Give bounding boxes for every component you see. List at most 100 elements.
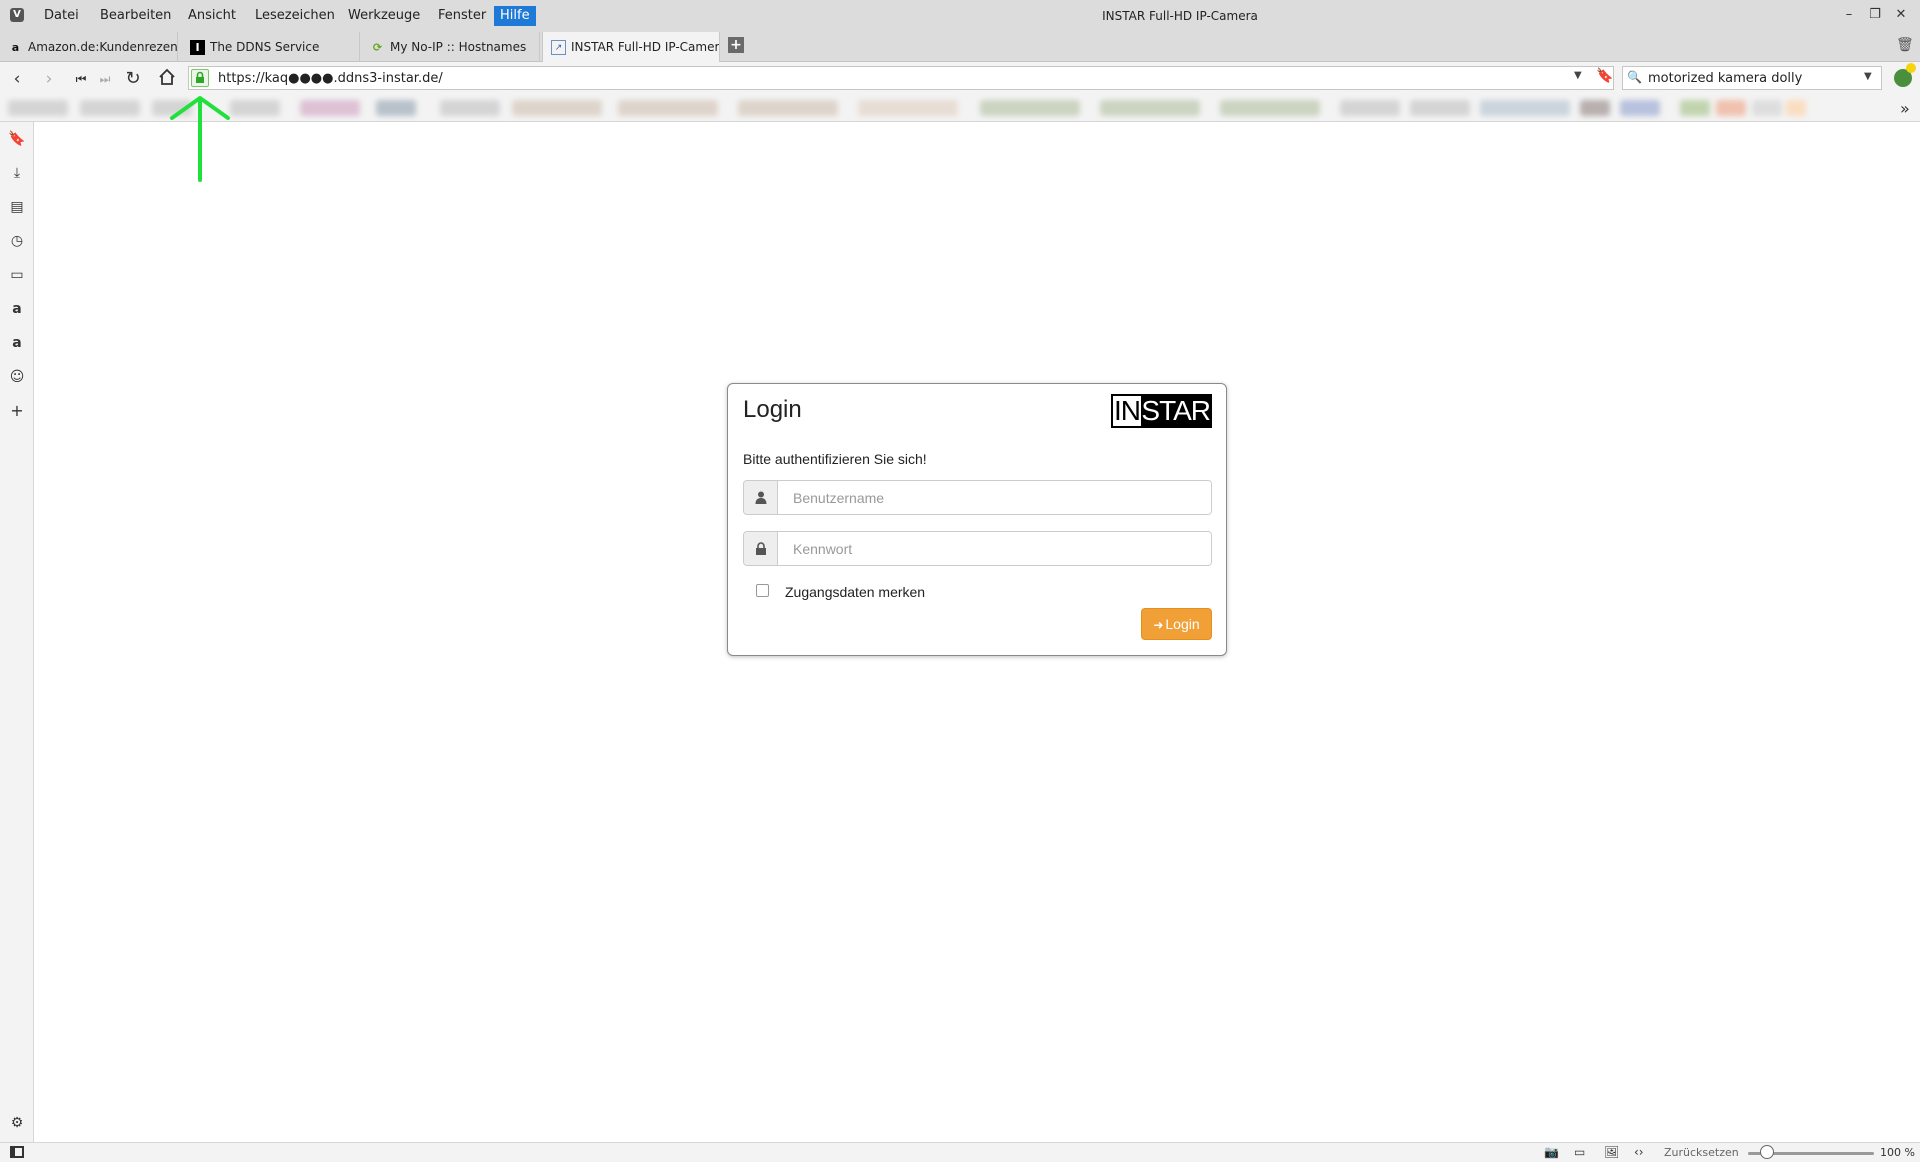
chevron-double-right-icon[interactable]: » [1900, 99, 1910, 118]
bookmark-item[interactable] [1410, 100, 1470, 116]
bookmarks-bar [0, 95, 1920, 122]
bookmark-page-icon[interactable]: 🔖 [1596, 68, 1613, 84]
amazon-web-panel-icon[interactable]: a [8, 334, 26, 352]
password-input[interactable] [779, 532, 1211, 565]
instar-logo: IN STAR [1111, 394, 1212, 428]
annotation-arrow [170, 96, 230, 182]
home-icon[interactable] [156, 68, 178, 90]
username-group [743, 480, 1212, 515]
bookmark-item[interactable] [1340, 100, 1400, 116]
side-panel: 🔖 ⤓ ▤ ◷ ▭ a a ☺ + ⚙ [0, 122, 34, 1142]
reddit-web-panel-icon[interactable]: ☺ [8, 368, 26, 386]
search-engine-dropdown-icon[interactable]: ▼ [1864, 71, 1872, 82]
tab-instar-camera[interactable]: ↗ INSTAR Full-HD IP-Camera [542, 32, 720, 62]
window-panel-icon[interactable]: ▭ [8, 266, 26, 284]
bookmark-item[interactable] [230, 100, 280, 116]
bookmark-item[interactable] [1480, 100, 1570, 116]
bookmark-item[interactable] [1220, 100, 1320, 116]
instar-icon: I [190, 40, 205, 55]
login-panel: Login IN STAR Bitte authentifizieren Sie… [727, 383, 1227, 656]
logo-text-right: STAR [1141, 395, 1211, 426]
tab-ddns-service[interactable]: I The DDNS Service [182, 32, 360, 62]
tab-label: The DDNS Service [210, 40, 320, 54]
instar-camera-icon: ↗ [551, 40, 566, 55]
tab-noip-hostnames[interactable]: ⟳ My No-IP :: Hostnames [362, 32, 540, 62]
bookmark-item[interactable] [8, 100, 68, 116]
reload-icon[interactable]: ↻ [122, 68, 144, 90]
url-history-dropdown-icon[interactable]: ▼ [1574, 70, 1582, 81]
menu-werkzeuge[interactable]: Werkzeuge [342, 6, 426, 26]
bookmark-item[interactable] [1620, 100, 1660, 116]
fast-forward-icon[interactable]: ⏭ [94, 68, 116, 90]
bookmarks-panel-icon[interactable]: 🔖 [8, 130, 26, 148]
noip-icon: ⟳ [372, 41, 383, 54]
bookmark-item[interactable] [1752, 100, 1782, 116]
notes-panel-icon[interactable]: ▤ [8, 198, 26, 216]
status-bar [0, 1142, 1920, 1162]
bookmark-item[interactable] [738, 100, 838, 116]
vivaldi-logo-icon[interactable]: V [10, 8, 24, 22]
menu-datei[interactable]: Datei [38, 6, 85, 26]
search-icon[interactable]: 🔍 [1627, 70, 1642, 84]
login-instruction: Bitte authentifizieren Sie sich! [743, 451, 927, 467]
menu-fenster[interactable]: Fenster [432, 6, 492, 26]
zoom-reset-label[interactable]: Zurücksetzen [1664, 1146, 1739, 1159]
add-web-panel-icon[interactable]: + [8, 402, 26, 420]
history-panel-icon[interactable]: ◷ [8, 232, 26, 250]
amazon-icon: a [11, 41, 20, 54]
bookmark-item[interactable] [1786, 100, 1806, 116]
menu-bearbeiten[interactable]: Bearbeiten [94, 6, 177, 26]
extension-badge [1906, 63, 1916, 73]
tab-amazon[interactable]: a Amazon.de:Kundenrezens [0, 32, 178, 62]
camera-capture-icon[interactable]: 📷 [1544, 1145, 1559, 1159]
username-input[interactable] [779, 481, 1211, 514]
tiling-icon[interactable]: ▭ [1574, 1145, 1585, 1159]
bookmark-item[interactable] [512, 100, 602, 116]
rewind-icon[interactable]: ⏮ [70, 68, 92, 90]
search-value: motorized kamera dolly [1648, 71, 1803, 86]
bookmark-item[interactable] [1100, 100, 1200, 116]
menu-ansicht[interactable]: Ansicht [182, 6, 242, 26]
url-text: https://kaq●●●●.ddns3-instar.de/ [218, 71, 443, 86]
minimize-icon[interactable]: – [1838, 6, 1860, 24]
images-icon[interactable]: 🖼 [1604, 1145, 1619, 1159]
zoom-slider-handle[interactable] [1759, 1145, 1774, 1159]
settings-gear-icon[interactable]: ⚙ [8, 1114, 26, 1132]
bookmark-item[interactable] [1580, 100, 1610, 116]
window-title: INSTAR Full-HD IP-Camera [1102, 9, 1258, 23]
amazon-web-panel-icon[interactable]: a [8, 300, 26, 318]
bookmark-item[interactable] [1680, 100, 1710, 116]
logo-text-left: IN [1113, 395, 1142, 426]
login-button-label: Login [1165, 616, 1200, 632]
close-icon[interactable]: ✕ [1890, 6, 1912, 24]
bookmark-item[interactable] [80, 100, 140, 116]
page-actions-icon[interactable]: ‹› [1634, 1145, 1644, 1159]
forward-icon[interactable]: › [38, 68, 60, 90]
bookmark-item[interactable] [980, 100, 1080, 116]
downloads-panel-icon[interactable]: ⤓ [8, 164, 26, 182]
back-icon[interactable]: ‹ [6, 68, 28, 90]
toggle-panel-icon[interactable] [10, 1146, 24, 1158]
lock-icon[interactable] [191, 69, 209, 87]
tab-label: INSTAR Full-HD IP-Camera [571, 40, 720, 54]
user-icon [744, 481, 778, 514]
menu-lesezeichen[interactable]: Lesezeichen [249, 6, 341, 26]
restore-icon[interactable]: ❐ [1864, 6, 1886, 24]
remember-checkbox[interactable] [756, 584, 769, 597]
bookmark-item[interactable] [376, 100, 416, 116]
sign-in-icon: ➜ [1153, 618, 1164, 632]
title-bar: V Datei Bearbeiten Ansicht Lesezeichen W… [0, 0, 1920, 28]
bookmark-item[interactable] [858, 100, 958, 116]
bookmark-item[interactable] [440, 100, 500, 116]
bookmark-item[interactable] [300, 100, 360, 116]
login-button[interactable]: ➜ Login [1141, 608, 1212, 640]
new-tab-plus-icon[interactable]: + [728, 37, 744, 53]
menu-hilfe[interactable]: Hilfe [494, 6, 536, 26]
bookmark-item[interactable] [1716, 100, 1746, 116]
tab-label: My No-IP :: Hostnames [390, 40, 527, 54]
login-title: Login [743, 396, 802, 423]
trash-icon[interactable]: 🗑 [1896, 37, 1914, 55]
zoom-level: 100 % [1880, 1146, 1915, 1159]
lock-icon [744, 532, 778, 565]
bookmark-item[interactable] [618, 100, 718, 116]
